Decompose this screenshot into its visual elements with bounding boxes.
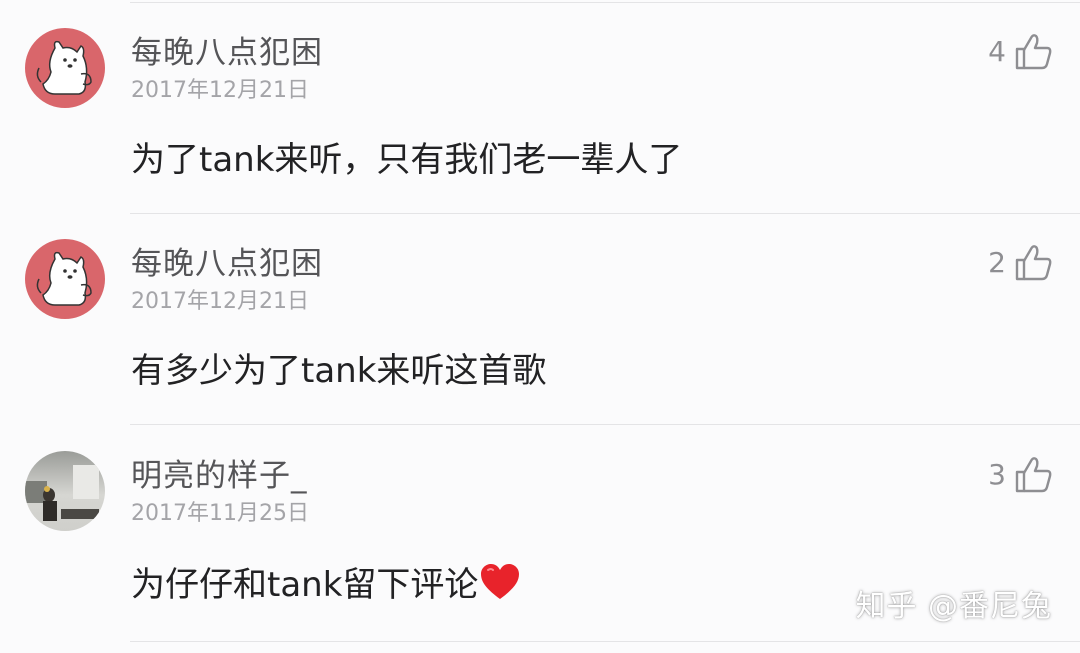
comment-text: 为仔仔和tank留下评论 — [131, 560, 522, 608]
username[interactable]: 每晚八点犯困 — [131, 244, 323, 284]
like-count: 4 — [988, 35, 1006, 68]
red-heart-icon — [481, 564, 520, 599]
comment-date: 2017年12月21日 — [131, 78, 309, 103]
like-button[interactable]: 4 — [988, 30, 1054, 74]
avatar[interactable] — [25, 239, 105, 319]
avatar[interactable] — [25, 28, 105, 108]
thumbs-up-icon — [1015, 457, 1052, 493]
comment-text-body: 为仔仔和tank留下评论 — [131, 565, 479, 605]
photo-avatar-icon — [25, 451, 105, 531]
comment-text: 为了tank来听，只有我们老一辈人了 — [131, 140, 683, 180]
avatar[interactable] — [25, 451, 105, 531]
username[interactable]: 每晚八点犯困 — [131, 33, 323, 73]
cartoon-dog-avatar-icon — [25, 239, 105, 319]
thumbs-up-icon — [1015, 34, 1052, 70]
like-button[interactable]: 3 — [988, 453, 1054, 497]
like-count: 3 — [988, 458, 1006, 491]
cartoon-dog-avatar-icon — [25, 28, 105, 108]
comment-date: 2017年12月21日 — [131, 289, 309, 314]
thumbs-up-icon — [1015, 245, 1052, 281]
like-count: 2 — [988, 246, 1006, 279]
comment-list: 每晚八点犯困 2017年12月21日 4 为了tank来听，只有我们老一辈人了 — [0, 0, 1080, 653]
comment-text: 有多少为了tank来听这首歌 — [131, 351, 547, 391]
comment-item: 每晚八点犯困 2017年12月21日 4 为了tank来听，只有我们老一辈人了 — [0, 0, 1080, 212]
comment-item: 每晚八点犯困 2017年12月21日 2 有多少为了tank来听这首歌 — [0, 211, 1080, 423]
comment-date: 2017年11月25日 — [131, 501, 309, 526]
divider — [130, 641, 1080, 642]
watermark: 知乎 @番尼兔 — [855, 589, 1052, 624]
like-button[interactable]: 2 — [988, 241, 1054, 285]
username[interactable]: 明亮的样子_ — [131, 456, 308, 496]
